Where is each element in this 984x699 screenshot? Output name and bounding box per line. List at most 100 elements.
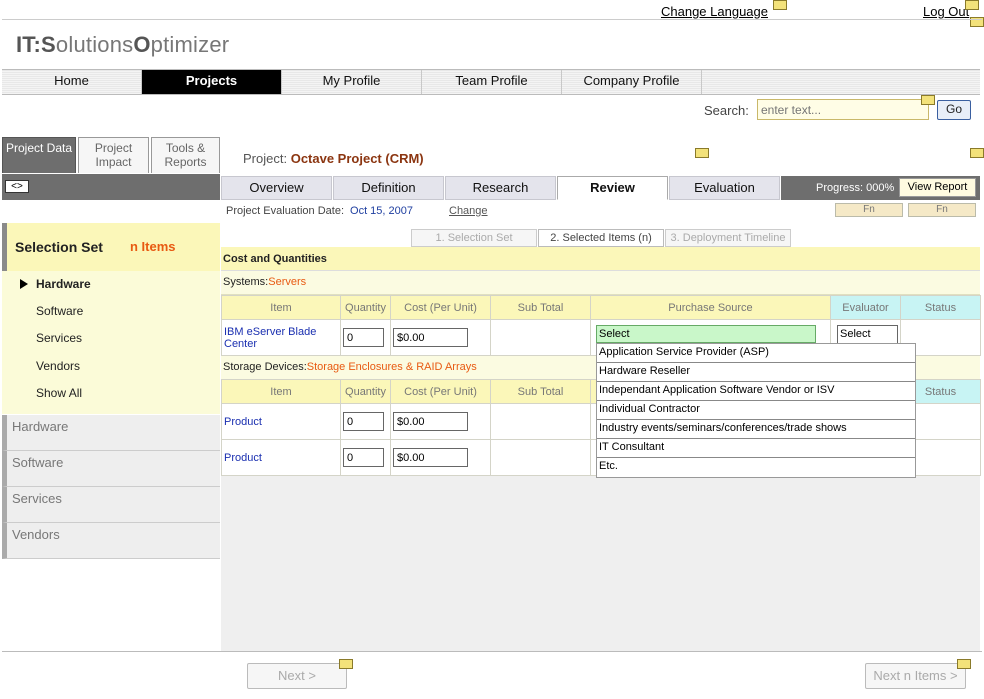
evaluator-select[interactable]: Select xyxy=(837,325,898,344)
cost-cell xyxy=(390,403,491,440)
project-title: Project: Octave Project (CRM) xyxy=(243,151,424,166)
next-button[interactable]: Next > xyxy=(247,663,347,689)
search-go-button[interactable]: Go xyxy=(937,100,971,120)
accordion-hardware[interactable]: Hardware xyxy=(2,415,220,451)
tab-tools-reports[interactable]: Tools & Reports xyxy=(151,137,220,173)
dropdown-option[interactable]: Hardware Reseller xyxy=(597,363,915,382)
nav-my-profile[interactable]: My Profile xyxy=(282,70,422,94)
subtotal-cell xyxy=(490,439,591,476)
logout-link[interactable]: Log Out xyxy=(923,4,969,19)
selection-set-title: Selection Set xyxy=(15,239,103,255)
quantity-input[interactable] xyxy=(343,412,384,431)
tab-definition[interactable]: Definition xyxy=(333,176,444,200)
category-list xyxy=(2,271,220,414)
tab-project-data[interactable]: Project Data xyxy=(2,137,76,173)
arrow-right-icon xyxy=(20,279,28,289)
item-link[interactable]: IBM eServer Blade Center xyxy=(221,319,341,356)
nav-filler xyxy=(702,70,980,94)
selection-set-count: n Items xyxy=(130,239,176,254)
sticky-note-icon[interactable] xyxy=(965,0,979,10)
search-label: Search: xyxy=(704,103,749,118)
item-link[interactable]: Product xyxy=(221,439,341,476)
cost-input[interactable] xyxy=(393,448,468,467)
collapse-toggle-button[interactable]: <> xyxy=(5,180,29,193)
accordion-services[interactable]: Services xyxy=(2,487,220,523)
item-link[interactable]: Product xyxy=(221,403,341,440)
nav-team-profile[interactable]: Team Profile xyxy=(422,70,562,94)
next-items-button[interactable]: Next n Items > xyxy=(865,663,966,689)
dropdown-option[interactable]: Individual Contractor xyxy=(597,401,915,420)
step-deployment-timeline[interactable]: 3. Deployment Timeline xyxy=(665,229,791,247)
column-header-evaluator: Evaluator xyxy=(830,295,901,320)
sticky-note-icon[interactable] xyxy=(339,659,353,669)
column-header-subtotal: Sub Total xyxy=(490,379,591,404)
search-input[interactable] xyxy=(757,99,929,120)
main-nav: Home Projects My Profile Team Profile Co… xyxy=(2,69,980,95)
column-header-item: Item xyxy=(221,295,341,320)
dropdown-option[interactable]: Application Service Provider (ASP) xyxy=(597,344,915,363)
tab-evaluation[interactable]: Evaluation xyxy=(669,176,780,200)
progress-text: Progress: 000% xyxy=(816,182,895,194)
tab-review[interactable]: Review xyxy=(557,176,668,200)
evaluation-date: Project Evaluation Date: Oct 15, 2007 xyxy=(226,205,414,217)
subtotal-cell xyxy=(490,319,591,356)
selection-set-header: Selection Set n Items xyxy=(2,223,220,271)
nav-home[interactable]: Home xyxy=(2,70,142,94)
quantity-input[interactable] xyxy=(343,448,384,467)
app-logo: IT:SolutionsOptimizer xyxy=(16,32,230,57)
column-header-purchase-source: Purchase Source xyxy=(590,295,831,320)
left-toolbar xyxy=(2,174,220,200)
cost-input[interactable] xyxy=(393,412,468,431)
step-tabs: 1. Selection Set 2. Selected Items (n) 3… xyxy=(411,229,792,247)
category-item-services[interactable]: Services xyxy=(36,331,82,345)
change-language-link[interactable]: Change Language xyxy=(661,4,768,19)
sticky-note-icon[interactable] xyxy=(773,0,787,10)
step-selection-set[interactable]: 1. Selection Set xyxy=(411,229,537,247)
tab-research[interactable]: Research xyxy=(445,176,556,200)
dropdown-option[interactable]: IT Consultant xyxy=(597,439,915,458)
group-systems: Systems:Servers xyxy=(221,271,980,295)
column-header-cost: Cost (Per Unit) xyxy=(390,379,491,404)
section-title: Cost and Quantities xyxy=(221,247,980,271)
fn-button[interactable]: Fn xyxy=(908,203,976,217)
table-header-row: Item Quantity Cost (Per Unit) Sub Total … xyxy=(221,295,981,320)
category-item-vendors[interactable]: Vendors xyxy=(36,359,80,373)
sticky-note-icon[interactable] xyxy=(695,148,709,158)
subtotal-cell xyxy=(490,403,591,440)
purchase-source-select[interactable]: Select xyxy=(596,325,816,343)
evaluation-date-value: Oct 15, 2007 xyxy=(350,205,414,217)
cost-cell xyxy=(390,439,491,476)
cost-input[interactable] xyxy=(393,328,468,347)
column-header-quantity: Quantity xyxy=(340,295,391,320)
purchase-source-dropdown: Application Service Provider (ASP) Hardw… xyxy=(596,343,916,478)
category-item-hardware[interactable]: Hardware xyxy=(36,277,91,291)
tab-project-impact[interactable]: Project Impact xyxy=(78,137,149,173)
change-date-link[interactable]: Change xyxy=(449,205,488,217)
step-selected-items[interactable]: 2. Selected Items (n) xyxy=(538,229,664,247)
quantity-cell xyxy=(340,319,391,356)
nav-projects[interactable]: Projects xyxy=(142,70,282,94)
dropdown-option[interactable]: Independant Application Software Vendor … xyxy=(597,382,915,401)
category-item-software[interactable]: Software xyxy=(36,304,83,318)
quantity-cell xyxy=(340,439,391,476)
divider xyxy=(2,19,982,20)
accordion-software[interactable]: Software xyxy=(2,451,220,487)
sticky-note-icon[interactable] xyxy=(970,148,984,158)
view-report-button[interactable]: View Report xyxy=(899,178,976,197)
divider xyxy=(2,651,982,652)
dropdown-option[interactable]: Etc. xyxy=(597,458,915,477)
column-header-status: Status xyxy=(900,295,981,320)
column-header-cost: Cost (Per Unit) xyxy=(390,295,491,320)
quantity-input[interactable] xyxy=(343,328,384,347)
nav-company-profile[interactable]: Company Profile xyxy=(562,70,702,94)
sticky-note-icon[interactable] xyxy=(957,659,971,669)
sticky-note-icon[interactable] xyxy=(921,95,935,105)
sub-nav: Overview Definition Research Review Eval… xyxy=(221,176,781,200)
category-item-show-all[interactable]: Show All xyxy=(36,386,82,400)
tab-overview[interactable]: Overview xyxy=(221,176,332,200)
quantity-cell xyxy=(340,403,391,440)
dropdown-option[interactable]: Industry events/seminars/conferences/tra… xyxy=(597,420,915,439)
column-header-subtotal: Sub Total xyxy=(490,295,591,320)
accordion-vendors[interactable]: Vendors xyxy=(2,523,220,559)
fn-button[interactable]: Fn xyxy=(835,203,903,217)
